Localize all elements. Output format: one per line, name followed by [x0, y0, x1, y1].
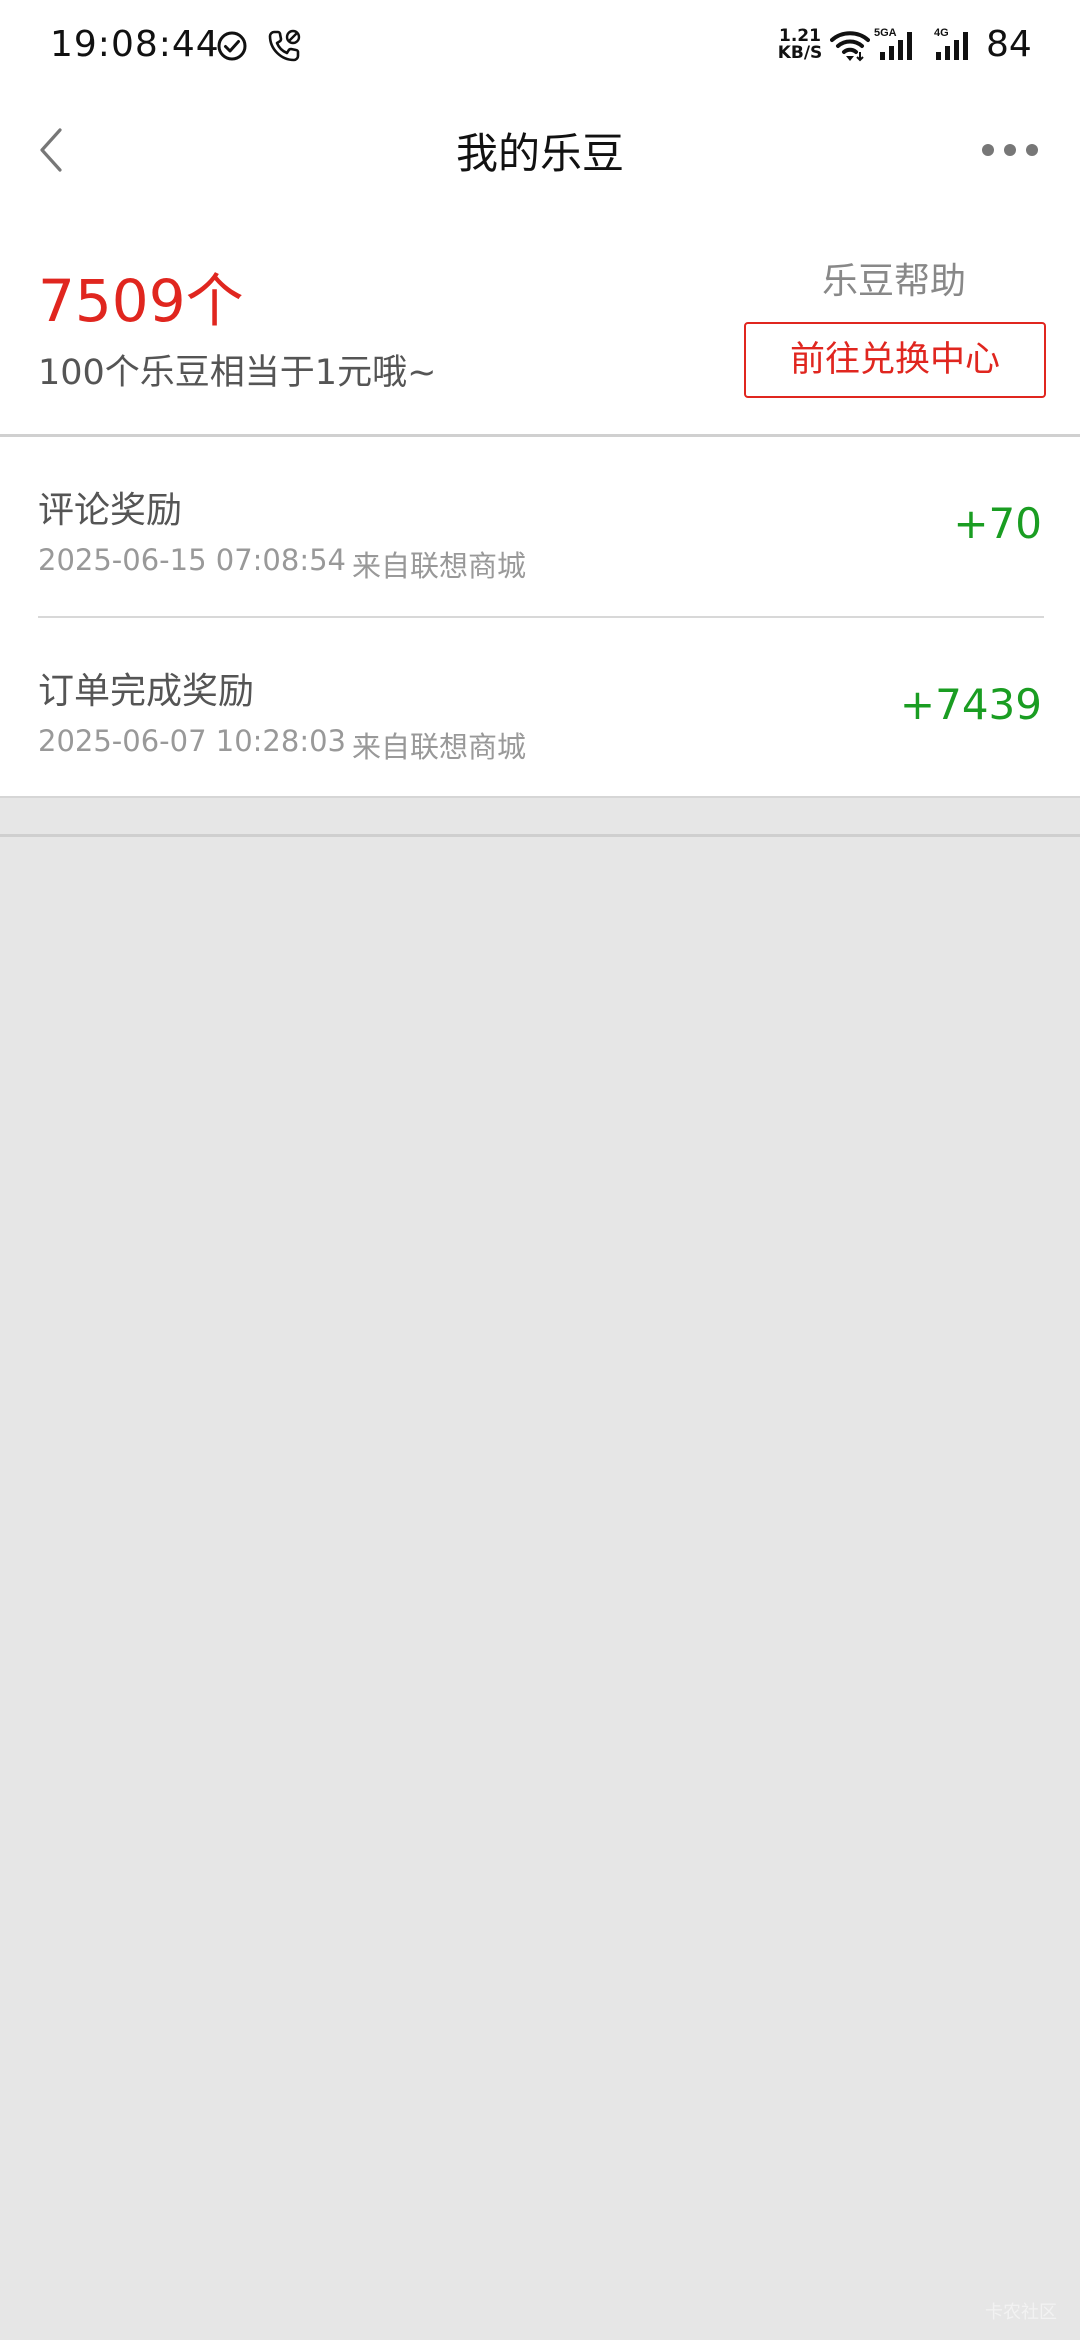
list-item: 订单完成奖励 2025-06-07 10:28:03 来自联想商城 +7439 [0, 618, 1080, 798]
record-title: 评论奖励 [38, 490, 183, 531]
bean-count: 7509个 [38, 267, 244, 335]
page-title: 我的乐豆 [455, 129, 624, 178]
record-title: 订单完成奖励 [38, 671, 255, 712]
signal-5ga-label: 5GA [874, 27, 897, 39]
status-time: 19:08:44 [50, 24, 220, 65]
bean-help-link[interactable]: 乐豆帮助 [744, 252, 1044, 304]
wifi-icon [830, 31, 870, 62]
status-bar: 19:08:44 1.21 KB/S 5GA 4G 84 [0, 0, 1080, 90]
signal-4g-icon: 4G [934, 27, 968, 60]
more-dots-icon[interactable] [980, 130, 1040, 170]
nav-bar: 我的乐豆 [0, 90, 1080, 210]
record-source: 来自联想商城 [352, 730, 527, 764]
network-speed: 1.21 KB/S [776, 28, 824, 62]
watermark: 卡农社区 [985, 2302, 1057, 2323]
signal-4g-label: 4G [934, 27, 949, 39]
bean-exchange-hint: 100个乐豆相当于1元哦~ [38, 353, 437, 393]
record-time: 2025-06-15 07:08:54 [38, 543, 346, 577]
list-item: 评论奖励 2025-06-15 07:08:54 来自联想商城 +70 [0, 437, 1080, 617]
bean-summary: 7509个 100个乐豆相当于1元哦~ 乐豆帮助 前往兑换中心 [0, 210, 1080, 436]
record-amount: +70 [953, 499, 1042, 548]
network-speed-unit: KB/S [777, 43, 823, 63]
battery-level: 84 [986, 24, 1032, 65]
record-source: 来自联想商城 [352, 549, 527, 583]
check-circle-icon [217, 31, 247, 61]
phone-call-icon [268, 29, 301, 62]
gray-separator [0, 834, 1080, 837]
record-amount: +7439 [899, 680, 1042, 729]
exchange-center-button[interactable]: 前往兑换中心 [744, 322, 1046, 398]
signal-5ga-icon: 5GA [874, 27, 912, 60]
record-time: 2025-06-07 10:28:03 [38, 724, 346, 758]
list-bottom-border [0, 796, 1080, 798]
